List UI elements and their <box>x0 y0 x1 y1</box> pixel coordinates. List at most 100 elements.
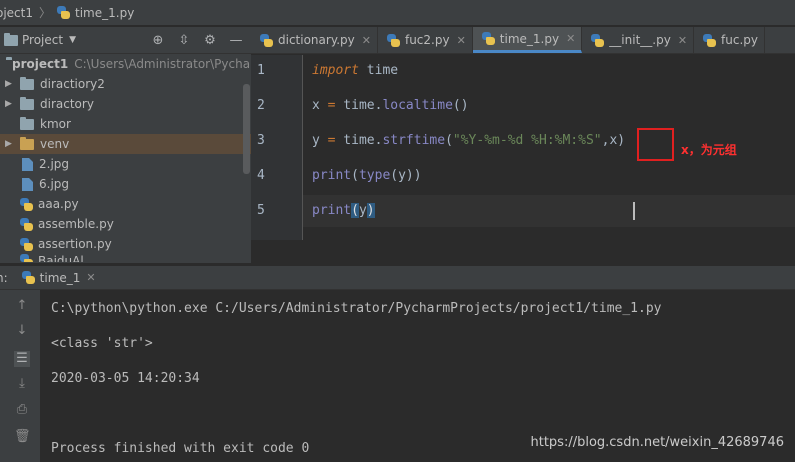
tree-item-diractiory2[interactable]: ▶ diractiory2 <box>0 74 251 94</box>
keyword: import <box>312 63 359 78</box>
line-number: 3 <box>257 133 265 148</box>
breadcrumb-separator: 〉 <box>39 6 52 20</box>
builtin-name: type <box>358 168 391 183</box>
close-icon[interactable]: ✕ <box>678 34 687 47</box>
console-line: Process finished with exit code 0 <box>51 441 310 456</box>
run-tab-label: time_1 <box>39 270 81 285</box>
gear-icon[interactable]: ⚙ <box>203 33 217 48</box>
scroll-to-end-icon[interactable]: ⤓ <box>14 376 30 392</box>
run-tab-time-1[interactable]: time_1 ✕ <box>21 270 96 285</box>
code-text: ,x) <box>601 133 626 148</box>
tree-item-label: assertion.py <box>38 237 112 251</box>
close-icon[interactable]: ✕ <box>86 271 95 284</box>
excluded-folder-icon <box>20 136 34 150</box>
python-file-icon <box>57 6 71 19</box>
tree-item-assemble[interactable]: assemble.py <box>0 214 251 234</box>
code-text: y <box>358 203 367 218</box>
tree-scrollbar[interactable] <box>243 84 250 174</box>
tree-item-venv[interactable]: ▶ venv <box>0 134 251 154</box>
tab-label: fuc.py <box>721 33 758 47</box>
code-line-5: print(y) <box>312 203 375 218</box>
tab-label: dictionary.py <box>278 33 355 47</box>
breadcrumb-file[interactable]: time_1.py <box>75 6 134 20</box>
editor-tab-bar: dictionary.py ✕ fuc2.py ✕ time_1.py ✕ __… <box>251 27 795 54</box>
close-icon[interactable]: ✕ <box>566 32 575 45</box>
python-file-icon <box>20 237 33 251</box>
code-text: x <box>312 98 328 113</box>
folder-icon <box>20 116 34 130</box>
tree-item-label: kmor <box>40 117 71 131</box>
code-line-2: x = time.localtime() <box>312 98 469 113</box>
run-toolbar: ↑ ↓ ☰ ⤓ ⎙ 🗑 <box>0 290 40 462</box>
expand-arrow-icon[interactable]: ▶ <box>5 79 12 89</box>
target-icon[interactable]: ⊕ <box>151 33 165 48</box>
code-text: ( <box>445 133 453 148</box>
close-icon[interactable]: ✕ <box>457 34 466 47</box>
tree-item-diractory[interactable]: ▶ diractory <box>0 94 251 114</box>
line-number: 5 <box>257 203 265 218</box>
minimize-icon[interactable]: — <box>229 33 243 48</box>
soft-wrap-icon[interactable]: ☰ <box>14 351 30 367</box>
line-number: 1 <box>257 63 265 78</box>
navigation-bar: oject1 〉 time_1.py <box>0 0 795 26</box>
python-file-icon <box>386 33 400 47</box>
run-label: n: <box>0 270 8 285</box>
tree-item-label: 2.jpg <box>39 157 70 171</box>
print-icon[interactable]: ⎙ <box>14 402 30 418</box>
collapse-icon[interactable]: ⇳ <box>177 33 191 48</box>
code-editor[interactable]: 1 2 3 4 5 import time x = time.localtime… <box>251 55 795 263</box>
tree-item-label: venv <box>40 137 70 151</box>
tab-label: __init__.py <box>609 33 671 47</box>
tab-label: time_1.py <box>499 31 560 46</box>
tab-fuc[interactable]: fuc.py <box>694 27 765 53</box>
close-icon[interactable]: ✕ <box>362 34 371 47</box>
code-text: (y)) <box>390 168 422 183</box>
code-text: y <box>312 133 328 148</box>
expand-arrow-icon[interactable]: ▶ <box>5 99 12 109</box>
trash-icon[interactable]: 🗑 <box>14 429 31 445</box>
up-arrow-icon[interactable]: ↑ <box>14 298 30 314</box>
annotation-text: x，为元组 <box>681 143 737 157</box>
tree-item-6jpg[interactable]: 6.jpg <box>0 174 251 194</box>
python-file-icon <box>260 33 273 47</box>
project-panel-header: Project ▼ ⊕ ⇳ ⚙ — <box>0 27 251 54</box>
folder-icon <box>20 96 34 110</box>
project-view-selector[interactable]: Project <box>22 33 63 47</box>
code-text: time. <box>335 98 383 113</box>
tab-fuc2[interactable]: fuc2.py ✕ <box>378 27 473 53</box>
python-file-icon <box>20 197 33 211</box>
tree-item-assertion[interactable]: assertion.py <box>0 234 251 254</box>
annotation-box <box>637 128 674 161</box>
string-literal: "%Y-%m-%d %H:%M:%S" <box>452 133 602 148</box>
tree-item-label: assemble.py <box>38 217 114 231</box>
tree-root-label: project1 <box>12 57 69 71</box>
tree-item-2jpg[interactable]: 2.jpg <box>0 154 251 174</box>
tree-root[interactable]: project1 C:\Users\Administrator\Pycharm <box>0 54 251 74</box>
current-line-highlight <box>303 195 795 227</box>
chevron-down-icon[interactable]: ▼ <box>69 35 76 45</box>
python-file-icon <box>703 33 717 47</box>
builtin-name: print <box>312 203 352 218</box>
function-name: strftime <box>382 133 446 148</box>
project-view-icon <box>4 32 18 46</box>
run-panel-header: n: time_1 ✕ <box>0 266 795 290</box>
tree-item-kmor[interactable]: kmor <box>0 114 251 134</box>
code-text: time. <box>335 133 383 148</box>
console-line: 2020-03-05 14:20:34 <box>51 371 200 386</box>
function-name: localtime <box>382 98 453 113</box>
python-file-icon <box>20 217 33 231</box>
tab-init[interactable]: __init__.py ✕ <box>582 27 695 53</box>
code-text: ( <box>351 168 359 183</box>
breadcrumb-project[interactable]: oject1 <box>0 6 33 20</box>
image-file-icon <box>22 157 33 171</box>
tree-item-aaa[interactable]: aaa.py <box>0 194 251 214</box>
tree-item-label: aaa.py <box>38 197 79 211</box>
expand-arrow-icon[interactable]: ▶ <box>5 139 12 149</box>
line-number-gutter: 1 2 3 4 5 <box>251 55 303 240</box>
tab-dictionary[interactable]: dictionary.py ✕ <box>251 27 378 53</box>
down-arrow-icon[interactable]: ↓ <box>14 323 30 339</box>
tree-item-label: BaiduAl... <box>38 254 96 262</box>
tab-time-1[interactable]: time_1.py ✕ <box>472 27 583 53</box>
code-text: time <box>358 63 399 78</box>
tree-item-partial[interactable]: BaiduAl... <box>0 254 251 262</box>
